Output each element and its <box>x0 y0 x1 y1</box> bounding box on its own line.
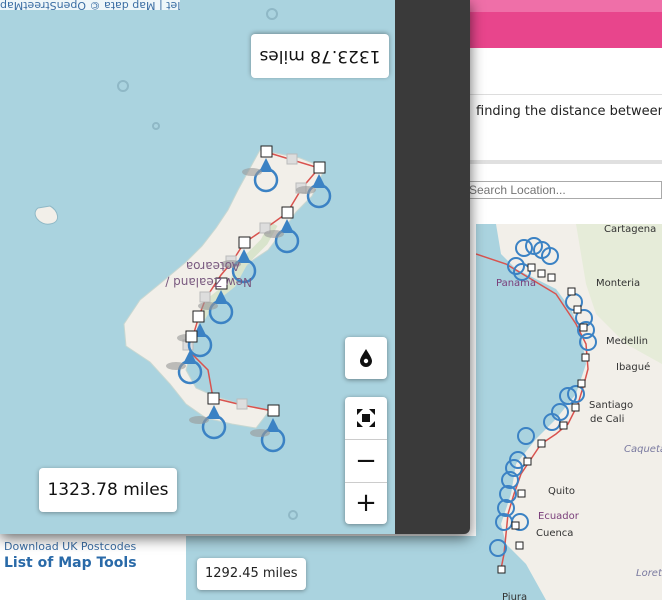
zoom-out-button[interactable]: − <box>345 440 387 483</box>
country-label-line-1: New Zealand / <box>164 275 252 289</box>
header-gap <box>470 48 662 95</box>
country-label-line-2: Aotearoa <box>186 259 240 273</box>
map-label-panama: Panama <box>496 278 536 289</box>
island <box>152 122 160 130</box>
list-of-map-tools-link[interactable]: List of Map Tools <box>4 555 137 571</box>
map-label-piura: Piura <box>502 592 527 600</box>
search-location-input[interactable] <box>464 181 662 199</box>
map-window: New Zealand / Aotearoa Leaflet | Map dat… <box>0 0 470 534</box>
map-label-ibague: Ibagué <box>616 361 650 373</box>
map-label-medellin: Medellin <box>606 336 648 347</box>
droplet-icon[interactable] <box>345 337 387 379</box>
attribution-text[interactable]: Leaflet | Map data © OpenStreetMap <box>0 0 180 10</box>
description-text: finding the distance between t <box>476 104 662 119</box>
section-divider <box>470 160 662 164</box>
map-label-caqueta: Caquetá <box>624 443 662 455</box>
zoom-in-button[interactable]: + <box>345 482 387 524</box>
chatham-island <box>34 205 58 225</box>
island <box>288 510 298 520</box>
main-map[interactable]: New Zealand / Aotearoa Leaflet | Map dat… <box>0 0 395 534</box>
map-label-de-cali: de Cali <box>590 414 624 425</box>
site-header <box>470 0 662 48</box>
map-label-cartagena: Cartagena <box>604 224 656 235</box>
map-attribution: Leaflet | Map data © OpenStreetMap <box>0 0 180 10</box>
map-label-ecuador: Ecuador <box>538 511 580 522</box>
route-marker-control[interactable] <box>345 337 387 379</box>
map-label-loreto: Loreto <box>636 568 662 579</box>
distance-label-flipped: 1323.78 miles <box>251 34 389 78</box>
main-map-canvas: New Zealand / Aotearoa <box>34 8 332 520</box>
map-label-cuenca: Cuenca <box>536 528 573 539</box>
island <box>266 8 278 20</box>
island <box>117 80 129 92</box>
fullscreen-icon[interactable] <box>345 397 387 440</box>
distance-label: 1323.78 miles <box>39 468 177 512</box>
zoom-control-group: − + <box>345 397 387 524</box>
background-map[interactable]: Cartagena Panama Monteria Medellin Ibagu… <box>476 224 662 600</box>
map-label-santiago: Santiago <box>589 400 633 411</box>
map-label-quito: Quito <box>548 486 575 497</box>
background-distance-label: 1292.45 miles <box>197 558 306 590</box>
download-uk-postcodes-link[interactable]: Download UK Postcodes <box>4 540 136 553</box>
map-label-monteria: Monteria <box>596 278 640 289</box>
background-map-canvas: Cartagena Panama Monteria Medellin Ibagu… <box>476 224 662 600</box>
